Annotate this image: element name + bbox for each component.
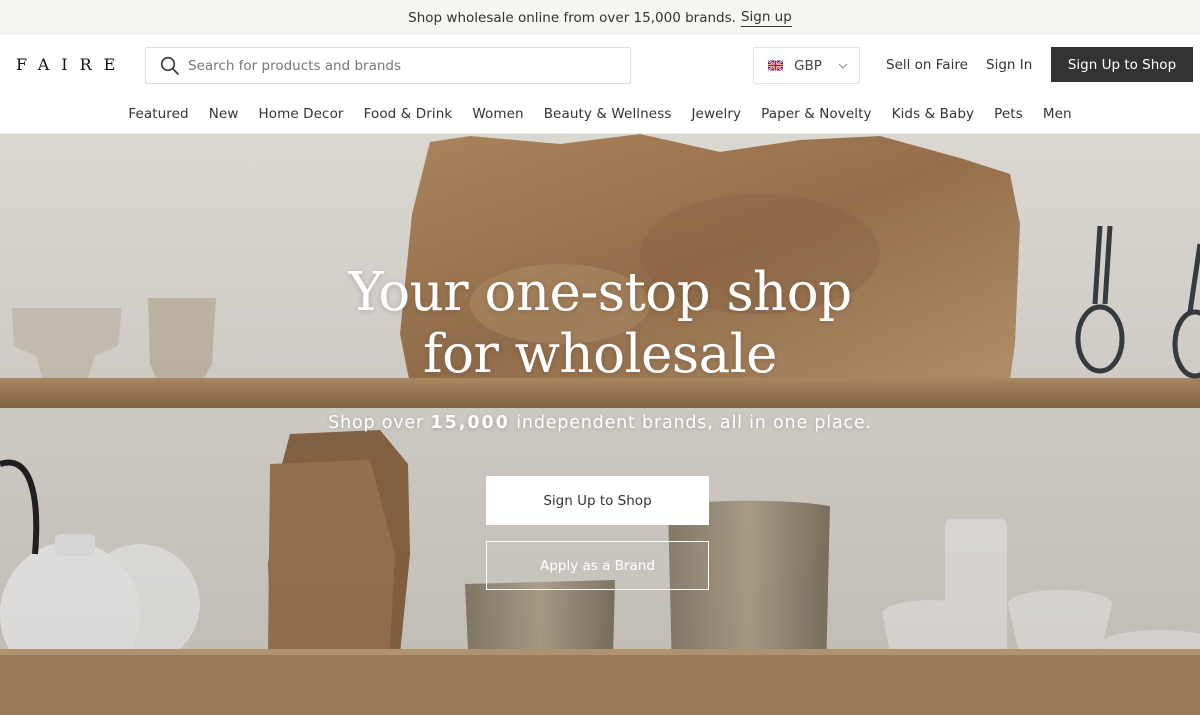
apply-as-brand-button[interactable]: Apply as a Brand: [486, 541, 709, 590]
nav-item-paper-novelty[interactable]: Paper & Novelty: [751, 106, 882, 122]
uk-flag-icon: [768, 60, 783, 71]
currency-selector[interactable]: GBP: [753, 47, 860, 84]
announcement-text: Shop wholesale online from over 15,000 b…: [408, 9, 736, 26]
nav-item-food-drink[interactable]: Food & Drink: [354, 106, 463, 122]
search-bar[interactable]: [145, 47, 631, 84]
category-nav: Featured New Home Decor Food & Drink Wom…: [0, 95, 1200, 134]
search-icon: [160, 56, 179, 75]
faire-logo[interactable]: FAIRE: [16, 55, 127, 74]
nav-item-women[interactable]: Women: [462, 106, 533, 122]
hero-subtitle-after: independent brands, all in one place.: [516, 413, 872, 433]
sell-on-faire-link[interactable]: Sell on Faire: [886, 57, 968, 73]
announcement-signup-link[interactable]: Sign up: [740, 9, 792, 27]
header-signup-button[interactable]: Sign Up to Shop: [1051, 47, 1193, 82]
hero-title: Your one-stop shop for wholesale: [0, 262, 1200, 386]
hero-subtitle-before: Shop over: [328, 413, 424, 433]
nav-item-kids-baby[interactable]: Kids & Baby: [882, 106, 985, 122]
chevron-down-icon: [838, 63, 848, 69]
hero-signup-button[interactable]: Sign Up to Shop: [486, 476, 709, 525]
nav-item-beauty-wellness[interactable]: Beauty & Wellness: [534, 106, 682, 122]
announcement-bar: Shop wholesale online from over 15,000 b…: [0, 0, 1200, 35]
hero-title-line-1: Your one-stop shop: [348, 262, 852, 323]
currency-code: GBP: [794, 58, 822, 74]
nav-item-jewelry[interactable]: Jewelry: [681, 106, 751, 122]
site-header: FAIRE GBP Sell on Faire Sign In Sign Up …: [0, 35, 1200, 95]
nav-item-men[interactable]: Men: [1033, 106, 1082, 122]
nav-item-new[interactable]: New: [199, 106, 249, 122]
sign-in-link[interactable]: Sign In: [986, 57, 1032, 73]
hero-section: Your one-stop shop for wholesale Shop ov…: [0, 134, 1200, 715]
nav-item-home-decor[interactable]: Home Decor: [248, 106, 353, 122]
hero-title-line-2: for wholesale: [422, 324, 778, 385]
search-input[interactable]: [188, 48, 618, 83]
hero-subtitle: Shop over 15,000 independent brands, all…: [0, 413, 1200, 433]
nav-item-pets[interactable]: Pets: [984, 106, 1033, 122]
hero-brand-count: 15,000: [430, 413, 510, 433]
nav-item-featured[interactable]: Featured: [118, 106, 198, 122]
